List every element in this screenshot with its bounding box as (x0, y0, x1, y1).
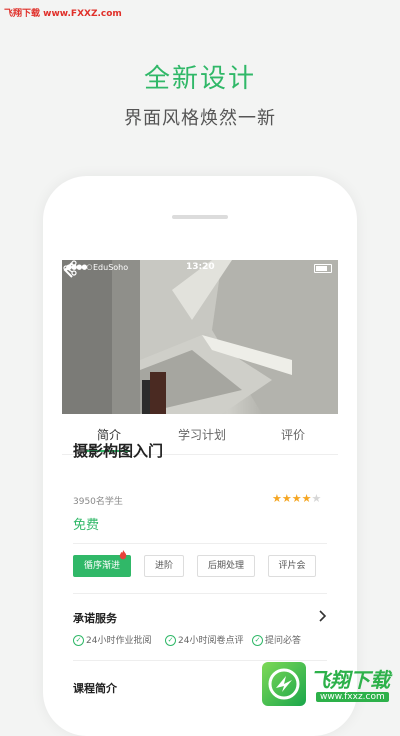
logo-text: 飞翔下载 (310, 668, 390, 692)
status-bar: ●●●●○ EduSoho 13:20 (62, 260, 338, 276)
hero-subtitle: 界面风格焕然一新 (124, 108, 276, 129)
logo-url: www.fxxz.com (316, 692, 389, 702)
check-circle-icon: ✓ (73, 635, 84, 646)
tab-study-plan[interactable]: 学习计划 (178, 426, 226, 443)
chevron-right-icon[interactable] (318, 610, 327, 622)
divider (73, 593, 327, 594)
tag-post-processing[interactable]: 后期处理 (197, 555, 255, 577)
share-icon[interactable] (62, 260, 78, 276)
carrier-label: EduSoho (93, 263, 129, 272)
promise-item: ✓ 24小时作业批阅 (73, 633, 151, 646)
tag-photo-review[interactable]: 评片会 (268, 555, 316, 577)
star-empty-icon: ★ (311, 492, 322, 505)
watermark-logo: 飞翔下载 www.fxxz.com (262, 662, 400, 708)
star-icon: ★ (301, 492, 312, 505)
battery-icon (314, 264, 332, 273)
watermark-text: 飞翔下载 www.FXXZ.com (4, 9, 122, 19)
tag-advanced[interactable]: 进阶 (144, 555, 184, 577)
check-circle-icon: ✓ (252, 635, 263, 646)
hero-title: 全新设计 (143, 64, 256, 94)
star-icon: ★ (272, 492, 282, 505)
divider (73, 543, 327, 544)
tab-reviews[interactable]: 评价 (281, 426, 305, 443)
star-icon: ★ (281, 492, 292, 505)
check-circle-icon: ✓ (165, 635, 176, 646)
star-icon: ★ (291, 492, 302, 505)
promise-item: ✓ 提问必答 (252, 633, 301, 646)
phone-speaker (172, 215, 228, 219)
course-cover-image: ●●●●○ EduSoho 13:20 (62, 260, 338, 414)
student-count: 3950名学生 (73, 497, 123, 507)
logo-icon (262, 662, 306, 706)
status-time: 13:20 (186, 262, 215, 272)
promise-item: ✓ 24小时阅卷点评 (165, 633, 243, 646)
app-screen: ●●●●○ EduSoho 13:20 简介 学习计划 评价 摄影构图入门 39… (62, 260, 338, 711)
hot-flame-icon (119, 550, 127, 560)
course-title: 摄影构图入门 (73, 442, 164, 460)
promise-section-title[interactable]: 承诺服务 (73, 610, 117, 626)
price-label: 免费 (73, 518, 100, 533)
rating-stars: ★★★★★ (272, 492, 321, 505)
divider (73, 660, 327, 661)
course-intro-title: 课程简介 (73, 682, 117, 695)
architecture-photo (62, 260, 338, 414)
